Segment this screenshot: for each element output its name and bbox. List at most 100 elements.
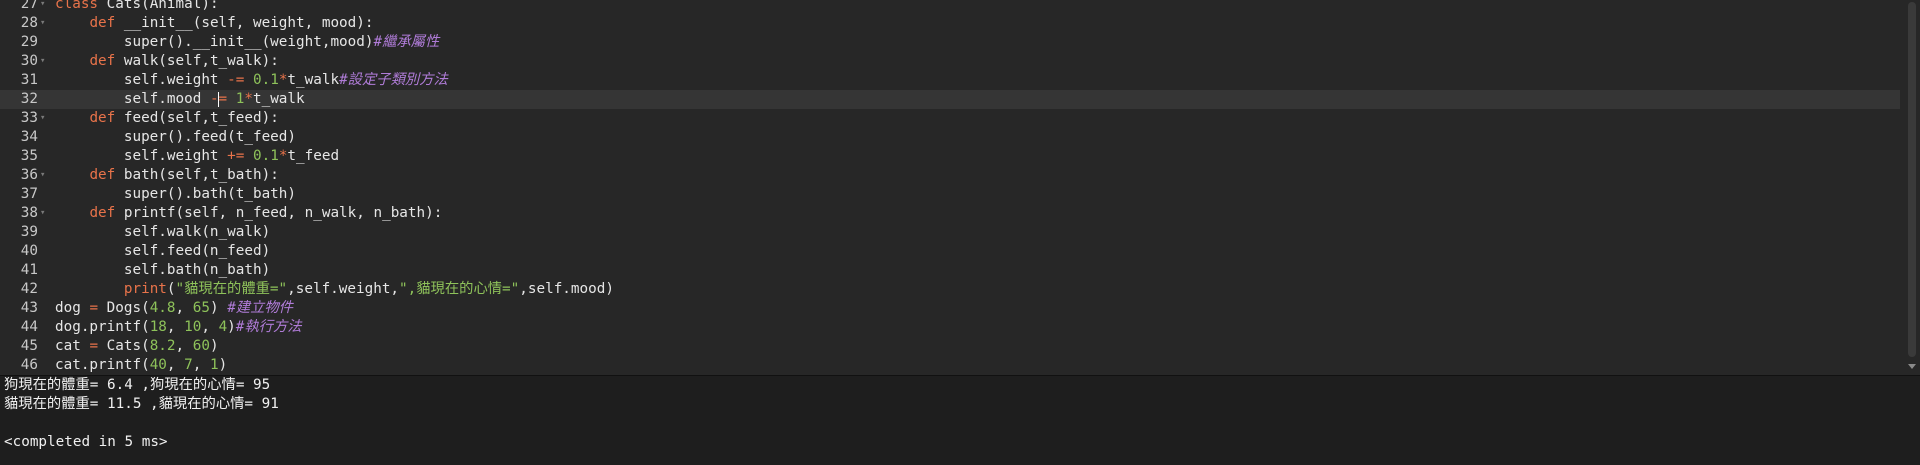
line-number: 41: [20, 262, 38, 278]
output-line: 貓現在的體重= 11.5 ,貓現在的心情= 91: [4, 396, 279, 412]
code-line[interactable]: 40 self.feed(n_feed): [0, 242, 1900, 261]
code-text[interactable]: def feed(self,t_feed):: [55, 109, 279, 128]
code-token: t_feed: [287, 148, 340, 164]
scroll-down-arrow-icon[interactable]: [1908, 364, 1916, 369]
number-token: 60: [192, 338, 210, 354]
code-line[interactable]: 29 super().__init__(weight,mood)#繼承屬性: [0, 33, 1900, 52]
code-line[interactable]: 42 print("貓現在的體重=",self.weight,",貓現在的心情=…: [0, 280, 1900, 299]
code-line[interactable]: 34 super().feed(t_feed): [0, 128, 1900, 147]
line-number: 38: [20, 205, 38, 221]
line-number: 33: [20, 110, 38, 126]
fold-arrow-icon[interactable]: ▾: [40, 0, 50, 14]
code-text[interactable]: self.bath(n_bath): [55, 261, 270, 280]
number-token: 10: [184, 319, 202, 335]
code-line[interactable]: 39 self.walk(n_walk): [0, 223, 1900, 242]
code-editor[interactable]: 27 ▾ class Cats(Animal): 28 ▾ def __init__(s…: [0, 0, 1920, 375]
code-token: t_walk: [287, 72, 340, 88]
code-text[interactable]: class Cats(Animal):: [55, 0, 219, 14]
code-text[interactable]: dog.printf(18, 10, 4)#執行方法: [55, 318, 302, 337]
code-text[interactable]: self.walk(n_walk): [55, 223, 270, 242]
code-token: Cats(Animal):: [98, 0, 219, 12]
fold-arrow-icon[interactable]: ▾: [40, 166, 50, 185]
code-line[interactable]: 46 cat.printf(40, 7, 1): [0, 356, 1900, 375]
code-token: dog.printf(: [55, 319, 150, 335]
line-number: 42: [20, 281, 38, 297]
code-token: ): [218, 357, 228, 373]
code-line[interactable]: 45 cat = Cats(8.2, 60): [0, 337, 1900, 356]
code-line[interactable]: 31 self.weight -= 0.1*t_walk#設定子類別方法: [0, 71, 1900, 90]
code-token: (: [166, 281, 176, 297]
code-token: super().__init__(weight,mood): [55, 34, 374, 50]
fold-arrow-icon[interactable]: ▾: [40, 52, 50, 71]
code-line[interactable]: 27 ▾ class Cats(Animal):: [0, 0, 1900, 14]
line-number: 44: [20, 319, 38, 335]
code-text[interactable]: super().bath(t_bath): [55, 185, 296, 204]
code-line[interactable]: 33 ▾ def feed(self,t_feed):: [0, 109, 1900, 128]
fold-arrow-icon[interactable]: ▾: [40, 204, 50, 223]
code-line[interactable]: 28 ▾ def __init__(self, weight, mood):: [0, 14, 1900, 33]
code-token: ): [209, 300, 228, 316]
code-token: ,: [175, 338, 193, 354]
code-text[interactable]: self.mood -= 1*t_walk: [55, 90, 305, 109]
keyword-token: def: [89, 110, 116, 126]
code-token: t_walk: [252, 91, 305, 107]
completion-status: <completed in 5 ms>: [4, 434, 168, 450]
code-line[interactable]: 30 ▾ def walk(self,t_walk):: [0, 52, 1900, 71]
code-token: super().bath(t_bath): [55, 186, 297, 202]
code-line[interactable]: 37 super().bath(t_bath): [0, 185, 1900, 204]
keyword-token: def: [89, 53, 116, 69]
code-token: ,self.mood): [519, 281, 614, 297]
code-line[interactable]: 38 ▾ def printf(self, n_feed, n_walk, n_b…: [0, 204, 1900, 223]
code-token: ): [227, 319, 236, 335]
keyword-token: def: [89, 167, 116, 183]
number-token: 65: [192, 300, 210, 316]
operator-token: =: [218, 91, 228, 107]
editor-scrollbar[interactable]: [1904, 0, 1920, 375]
line-number: 35: [20, 148, 38, 164]
operator-token: -=: [227, 72, 245, 88]
code-line[interactable]: 44 dog.printf(18, 10, 4)#執行方法: [0, 318, 1900, 337]
comment-token: #繼承屬性: [373, 34, 440, 50]
code-text[interactable]: super().feed(t_feed): [55, 128, 296, 147]
code-text[interactable]: cat = Cats(8.2, 60): [55, 337, 219, 356]
number-token: 7: [184, 357, 193, 373]
line-number: 32: [20, 91, 38, 107]
code-token: ,: [166, 319, 185, 335]
code-line[interactable]: 32 self.mood -= 1*t_walk: [0, 90, 1900, 109]
code-text[interactable]: self.weight += 0.1*t_feed: [55, 147, 339, 166]
code-token: Dogs(: [98, 300, 150, 316]
code-text[interactable]: cat.printf(40, 7, 1): [55, 356, 227, 375]
code-token: cat: [55, 338, 90, 354]
code-token: feed(self,t_feed):: [115, 110, 279, 126]
line-number: 28: [20, 15, 38, 31]
code-text[interactable]: def __init__(self, weight, mood):: [55, 14, 373, 33]
code-line[interactable]: 43 dog = Dogs(4.8, 65) #建立物件: [0, 299, 1900, 318]
code-text[interactable]: dog = Dogs(4.8, 65) #建立物件: [55, 299, 293, 318]
code-token: self.walk(n_walk): [55, 224, 271, 240]
code-text[interactable]: print("貓現在的體重=",self.weight,",貓現在的心情=",s…: [55, 280, 614, 299]
code-text[interactable]: def printf(self, n_feed, n_walk, n_bath)…: [55, 204, 442, 223]
code-text[interactable]: self.feed(n_feed): [55, 242, 270, 261]
code-text[interactable]: self.weight -= 0.1*t_walk#設定子類別方法: [55, 71, 448, 90]
comment-token: #設定子類別方法: [339, 72, 448, 88]
code-line[interactable]: 36 ▾ def bath(self,t_bath):: [0, 166, 1900, 185]
code-token: ,: [192, 357, 210, 373]
code-token: ,: [175, 300, 193, 316]
code-line[interactable]: 41 self.bath(n_bath): [0, 261, 1900, 280]
code-text[interactable]: def walk(self,t_walk):: [55, 52, 278, 71]
number-token: 1: [209, 357, 219, 373]
code-text[interactable]: def bath(self,t_bath):: [55, 166, 278, 185]
code-line[interactable]: 35 self.weight += 0.1*t_feed: [0, 147, 1900, 166]
fold-arrow-icon[interactable]: ▾: [40, 14, 50, 33]
code-text[interactable]: super().__init__(weight,mood)#繼承屬性: [55, 33, 439, 52]
comment-token: #建立物件: [227, 300, 293, 316]
fold-arrow-icon[interactable]: ▾: [40, 109, 50, 128]
operator-token: *: [244, 91, 253, 107]
code-token: self.weight: [55, 148, 228, 164]
scrollbar-thumb[interactable]: [1908, 2, 1916, 357]
code-token: ): [209, 338, 219, 354]
